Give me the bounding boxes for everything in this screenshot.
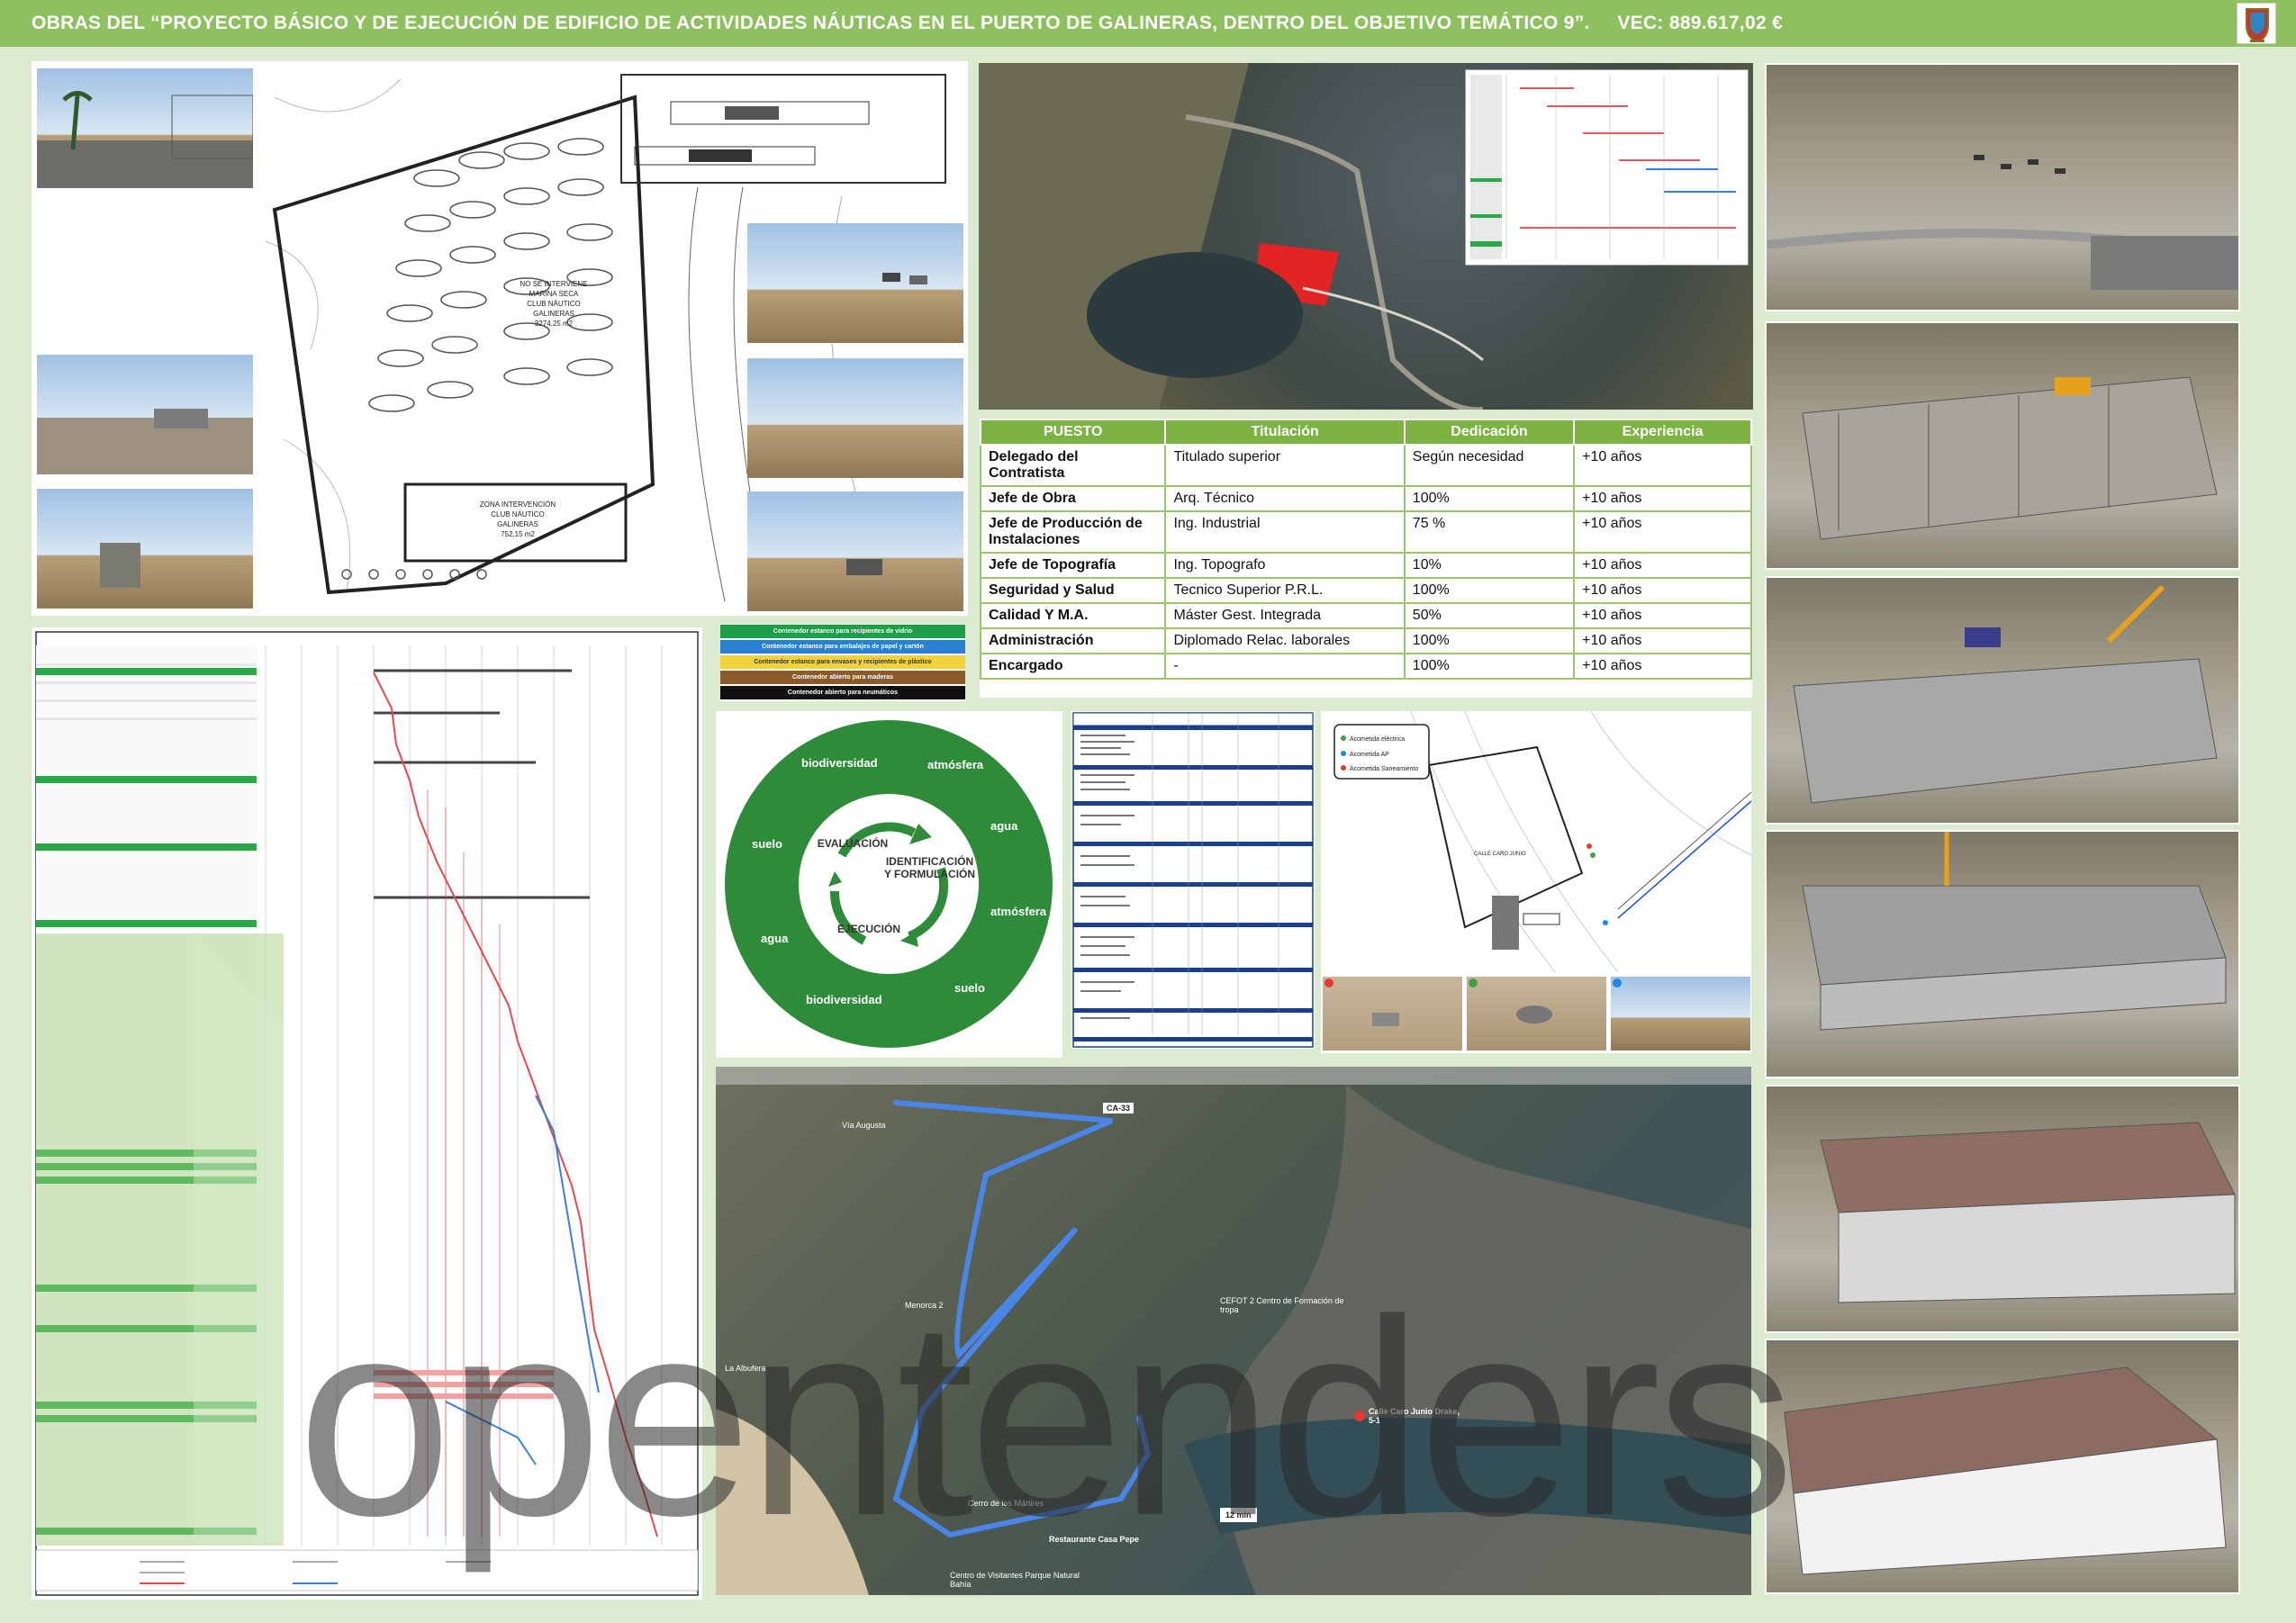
wheel-label-biodiversidad-bottom: biodiversidad: [806, 993, 882, 1006]
document-title: OBRAS DEL “PROYECTO BÁSICO Y DE EJECUCIÓ…: [32, 13, 1590, 33]
map-label-via-augusta: Vía Augusta: [842, 1121, 886, 1130]
site-photo-street: [37, 68, 253, 188]
table-row: Seguridad y Salud Tecnico Superior P.R.L.…: [979, 577, 1752, 604]
site-photo-parking: [747, 223, 963, 343]
waste-legend-plastic: Contenedor estanco para envases y recipi…: [720, 655, 965, 669]
site-photo-lot: [747, 358, 963, 478]
table-row: Calidad Y M.A. Máster Gest. Integrada 50% +…: [979, 602, 1752, 629]
wheel-label-biodiversidad-top: biodiversidad: [801, 756, 878, 770]
watermark-text: opentenders: [297, 1261, 1795, 1573]
equipment-table-drawing: [1072, 712, 1314, 1048]
table-row: Administración Diplomado Relac. laborales…: [979, 627, 1752, 654]
environment-wheel-graphic: [725, 720, 1053, 1048]
utility-photo-electric: [1323, 977, 1462, 1050]
col-titulacion: Titulación: [1164, 419, 1406, 446]
utility-photo-water: [1467, 977, 1606, 1050]
table-header-row: PUESTO Titulación Dedicación Experiencia: [979, 419, 1752, 446]
environment-wheel-panel: biodiversidad atmósfera agua atmósfera s…: [716, 711, 1062, 1058]
equipment-table-panel: [1071, 711, 1315, 1049]
wheel-label-suelo-right: suelo: [954, 981, 985, 995]
render-finished: [1765, 1339, 2240, 1594]
vec-amount: VEC: 889.617,02 €: [1617, 13, 1784, 33]
mini-gantt-chart: [1465, 69, 1749, 266]
wheel-label-agua-right: agua: [990, 819, 1018, 833]
render-foundation: [1765, 321, 2240, 570]
staff-table-panel: PUESTO Titulación Dedicación Experiencia…: [979, 419, 1752, 698]
table-row: Jefe de Topografía Ing. Topografo 10% +10 a…: [979, 552, 1752, 579]
utility-legend-water: Acometida AP: [1350, 752, 1389, 758]
aerial-photo-port: [979, 63, 1753, 413]
col-puesto: PUESTO: [979, 419, 1167, 446]
utility-plan-label: CALLE CARO JUNIO: [1474, 852, 1526, 857]
render-structure: [1765, 830, 2240, 1078]
utility-photo-sewer: [1611, 977, 1750, 1050]
waste-legend-wood: Contenedor abierto para maderas: [720, 671, 965, 684]
plan-note-2: MARINA SECA: [529, 290, 579, 298]
utility-connections-panel: Acometida eléctrica Acometida AP Acometi…: [1321, 710, 1752, 1053]
plan-zone-3: GALINERAS: [497, 520, 538, 528]
utility-legend-electric: Acometida eléctrica: [1350, 736, 1405, 743]
table-row: Encargado -100% +10 años: [979, 653, 1752, 680]
staff-table: PUESTO Titulación Dedicación Experiencia…: [979, 419, 1752, 680]
map-label-ca33: CA-33: [1103, 1103, 1134, 1114]
wheel-step-ejecucion: EJECUCIÓN: [836, 923, 900, 935]
waste-legend-paper: Contenedor estanco para embalajes de pap…: [720, 640, 965, 654]
col-experiencia: Experiencia: [1573, 419, 1752, 446]
col-dedicacion: Dedicación: [1403, 419, 1576, 446]
plan-note-4: GALINERAS: [533, 310, 574, 318]
plan-note-5: 3274,25 m2: [535, 320, 574, 328]
render-slab-crane: [1765, 576, 2240, 825]
wheel-label-suelo-left: suelo: [752, 837, 782, 851]
table-row: Jefe de Producción de Instalaciones Ing. …: [979, 510, 1752, 554]
municipal-crest-icon: [2237, 3, 2276, 44]
header-bar: OBRAS DEL “PROYECTO BÁSICO Y DE EJECUCIÓ…: [0, 0, 2296, 47]
waste-container-legend: Contenedor estanco para recipientes de v…: [720, 625, 965, 701]
waste-legend-glass: Contenedor estanco para recipientes de v…: [720, 625, 965, 638]
render-site-empty: [1765, 63, 2240, 311]
plan-note-3: CLUB NÁUTICO: [527, 300, 581, 308]
plan-zone-1: ZONA INTERVENCIÓN: [480, 500, 556, 509]
map-label-visitors-center: Centro de Visitantes Parque Natural Bahí…: [950, 1571, 1080, 1589]
wheel-step-identificacion-text: IDENTIFICACIÓN Y FORMULACIÓN: [883, 855, 976, 880]
plan-zone-4: 752,15 m2: [501, 530, 535, 538]
table-row: Jefe de Obra Arq. Técnico 100% +10 años: [979, 485, 1752, 512]
waste-legend-tyres: Contenedor abierto para neumáticos: [720, 686, 965, 699]
wheel-label-agua-left: agua: [761, 932, 789, 945]
table-row: Delegado del Contratista Titulado superio…: [979, 444, 1752, 487]
wheel-label-atmosfera-right: atmósfera: [990, 905, 1047, 918]
site-photo-promenade: [37, 355, 253, 474]
wheel-step-evaluacion: EVALUACIÓN: [817, 837, 889, 850]
wheel-label-atmosfera-top: atmósfera: [927, 758, 984, 771]
utility-legend-sewer: Acometida Saneamiento: [1350, 766, 1418, 772]
utility-plan-drawing: Acometida eléctrica Acometida AP Acometi…: [1333, 710, 1752, 973]
plan-zone-2: CLUB NÁUTICO: [491, 510, 545, 518]
render-envelope: [1765, 1085, 2240, 1333]
plan-note-1: NO SE INTERVIENE: [520, 280, 588, 288]
site-photo-plot: [37, 489, 253, 609]
site-photo-ground: [747, 491, 963, 611]
site-plan-panel: NO SE INTERVIENE MARINA SECA CLUB NÁUTIC…: [32, 61, 968, 616]
